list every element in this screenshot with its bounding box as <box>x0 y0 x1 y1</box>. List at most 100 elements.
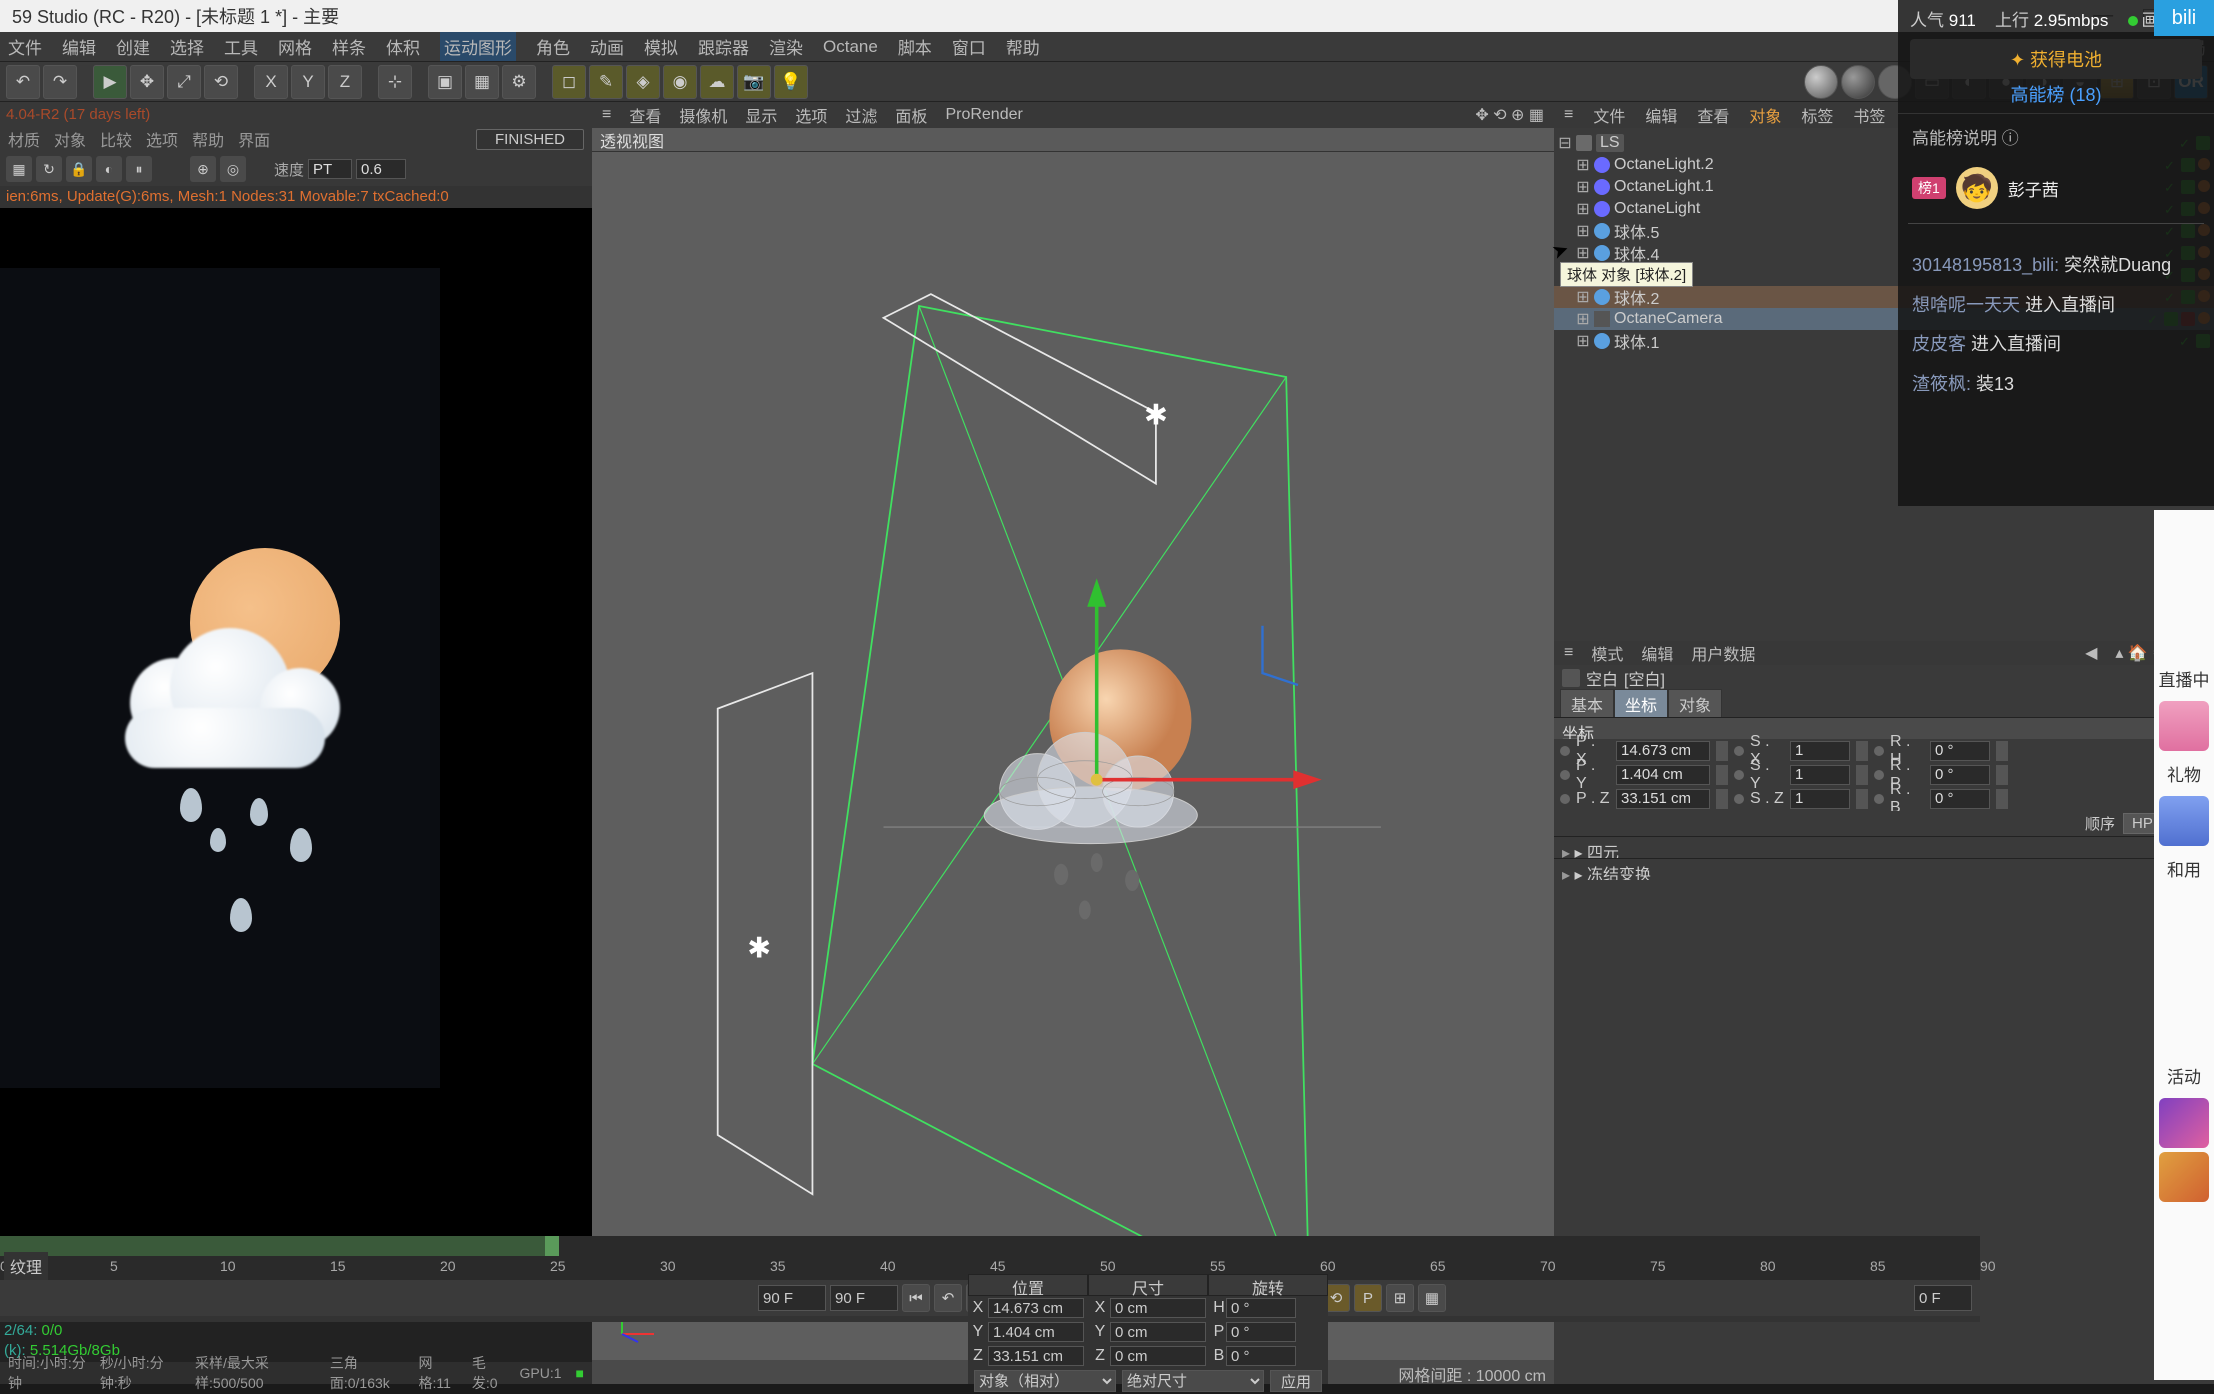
vp-tab-panel[interactable]: 面板 <box>895 103 927 127</box>
coord-r-input[interactable] <box>1930 741 1990 761</box>
obj-tab-view[interactable]: 查看 <box>1697 103 1729 127</box>
obj-tab-file[interactable]: 文件 <box>1593 103 1625 127</box>
menu-anim[interactable]: 动画 <box>590 34 624 59</box>
redo-button[interactable]: ↷ <box>43 65 77 99</box>
size-mode-select[interactable]: 绝对尺寸 <box>1122 1370 1264 1392</box>
sidebar-thumb-3[interactable] <box>2159 1098 2209 1148</box>
rot-X-input[interactable] <box>1226 1298 1296 1318</box>
vp-nav-icons[interactable]: ✥ ⟲ ⊕ ▦ <box>1475 105 1544 125</box>
viewport-3d[interactable]: ✱ ✱ <box>592 152 1554 1360</box>
move-tool[interactable]: ✥ <box>130 65 164 99</box>
coord-space-select[interactable]: 对象（相对） <box>974 1370 1116 1392</box>
spinner[interactable] <box>1716 765 1728 785</box>
environment-button[interactable]: ☁ <box>700 65 734 99</box>
live-select-button[interactable]: ▶ <box>93 65 127 99</box>
obj-tab-edit[interactable]: 编辑 <box>1645 103 1677 127</box>
mat-reload[interactable]: ↻ <box>36 156 62 182</box>
attr-tab-mode[interactable]: 模式 <box>1591 641 1623 665</box>
vp-tab-prorender[interactable]: ProRender <box>945 106 1022 124</box>
render-region-button[interactable]: ▦ <box>465 65 499 99</box>
kernel-select[interactable] <box>308 159 352 179</box>
coord-p-input[interactable] <box>1616 765 1710 785</box>
generator-button[interactable]: ◈ <box>626 65 660 99</box>
pos-X-input[interactable] <box>988 1298 1084 1318</box>
size-Y-input[interactable] <box>1110 1322 1206 1342</box>
vp-tab-view[interactable]: 查看 <box>629 103 661 127</box>
attr-tab-object[interactable]: 对象 <box>1668 689 1722 719</box>
coord-p-input[interactable] <box>1616 789 1710 809</box>
sidebar-live[interactable]: 直播中 <box>2154 660 2214 697</box>
coord-p-input[interactable] <box>1616 741 1710 761</box>
coord-s-input[interactable] <box>1790 789 1850 809</box>
rank-tab[interactable]: 高能榜 (18) <box>1898 74 2214 114</box>
size-Z-input[interactable] <box>1110 1346 1206 1366</box>
camera-button[interactable]: 📷 <box>737 65 771 99</box>
rank-item-1[interactable]: 榜1 🧒 彭子茜 <box>1898 159 2214 217</box>
pos-Z-input[interactable] <box>988 1346 1084 1366</box>
spinner[interactable] <box>1996 741 2008 761</box>
obj-tab-tags[interactable]: 标签 <box>1801 103 1833 127</box>
obj-tab-bookmarks[interactable]: 书签 <box>1853 103 1885 127</box>
focus-button[interactable]: ⊕ <box>190 156 216 182</box>
menu-sim[interactable]: 模拟 <box>644 34 678 59</box>
menu-volume[interactable]: 体积 <box>386 34 420 59</box>
menu-file[interactable]: 文件 <box>8 34 42 59</box>
menu-tools[interactable]: 工具 <box>224 34 258 59</box>
vp-tab-display[interactable]: 显示 <box>745 103 777 127</box>
shading-2[interactable] <box>1841 65 1875 99</box>
left-tab-interface[interactable]: 界面 <box>238 127 270 151</box>
shading-1[interactable] <box>1804 65 1838 99</box>
vp-tab-options[interactable]: 选项 <box>795 103 827 127</box>
rotate-tool[interactable]: ⟲ <box>204 65 238 99</box>
timeline-current-frame[interactable] <box>830 1285 898 1311</box>
key-pla-button[interactable]: ⊞ <box>1386 1284 1414 1312</box>
menu-help[interactable]: 帮助 <box>1006 34 1040 59</box>
vp-tab-camera[interactable]: 摄像机 <box>679 103 727 127</box>
spinner[interactable] <box>1856 765 1868 785</box>
key-options-button[interactable]: ▦ <box>1418 1284 1446 1312</box>
rank-description[interactable]: 高能榜说明 ⓘ <box>1912 124 2019 149</box>
sidebar-heyong[interactable]: 和用 <box>2154 850 2214 887</box>
menu-create[interactable]: 创建 <box>116 34 150 59</box>
pause-button[interactable]: ⏸ <box>126 156 152 182</box>
freeze-transform-section[interactable]: ▸ 冻结变换 <box>1554 858 2214 880</box>
left-tab-material[interactable]: 材质 <box>8 127 40 151</box>
obj-tab-object[interactable]: 对象 <box>1749 103 1781 127</box>
bilibili-corner[interactable]: bili <box>2154 0 2214 36</box>
menu-octane[interactable]: Octane <box>823 37 878 57</box>
timeline-in-frame[interactable] <box>758 1285 826 1311</box>
render-view-button[interactable]: ▣ <box>428 65 462 99</box>
left-tab-object[interactable]: 对象 <box>54 127 86 151</box>
rot-Y-input[interactable] <box>1226 1322 1296 1342</box>
attr-tab-userdata[interactable]: 用户数据 <box>1691 641 1755 665</box>
attr-nav-back[interactable]: ◀ <box>2085 643 2097 663</box>
timeline-bar[interactable] <box>0 1236 1980 1256</box>
key-param-button[interactable]: P <box>1354 1284 1382 1312</box>
prev-key-button[interactable]: ↶ <box>934 1284 962 1312</box>
menu-window[interactable]: 窗口 <box>952 34 986 59</box>
menu-track[interactable]: 跟踪器 <box>698 34 749 59</box>
obj-menu-icon[interactable]: ≡ <box>1564 106 1573 124</box>
sidebar-gift[interactable]: 礼物 <box>2154 755 2214 792</box>
sidebar-thumb-1[interactable] <box>2159 701 2209 751</box>
rot-Z-input[interactable] <box>1226 1346 1296 1366</box>
spinner[interactable] <box>1996 765 2008 785</box>
texture-label[interactable]: 纹理 <box>4 1252 48 1280</box>
timeline-out-frame[interactable] <box>1914 1285 1972 1311</box>
chat-area[interactable]: 30148195813_bili: 突然就Duang想啥呢一天天 进入直播间皮皮… <box>1898 230 2214 420</box>
quaternion-section[interactable]: ▸ 四元 <box>1554 836 2214 858</box>
spinner[interactable] <box>1996 789 2008 809</box>
menu-script[interactable]: 脚本 <box>898 34 932 59</box>
axis-x-button[interactable]: X <box>254 65 288 99</box>
axis-z-button[interactable]: Z <box>328 65 362 99</box>
menu-char[interactable]: 角色 <box>536 34 570 59</box>
render-preview[interactable] <box>0 208 592 1300</box>
speed-input[interactable] <box>356 159 406 179</box>
spinner[interactable] <box>1716 789 1728 809</box>
deformer-button[interactable]: ◉ <box>663 65 697 99</box>
apply-button[interactable]: 应用 <box>1270 1370 1322 1392</box>
light-button[interactable]: 💡 <box>774 65 808 99</box>
attr-menu-icon[interactable]: ≡ <box>1564 644 1573 662</box>
render-settings-button[interactable]: ⚙ <box>502 65 536 99</box>
attr-tab-edit[interactable]: 编辑 <box>1641 641 1673 665</box>
